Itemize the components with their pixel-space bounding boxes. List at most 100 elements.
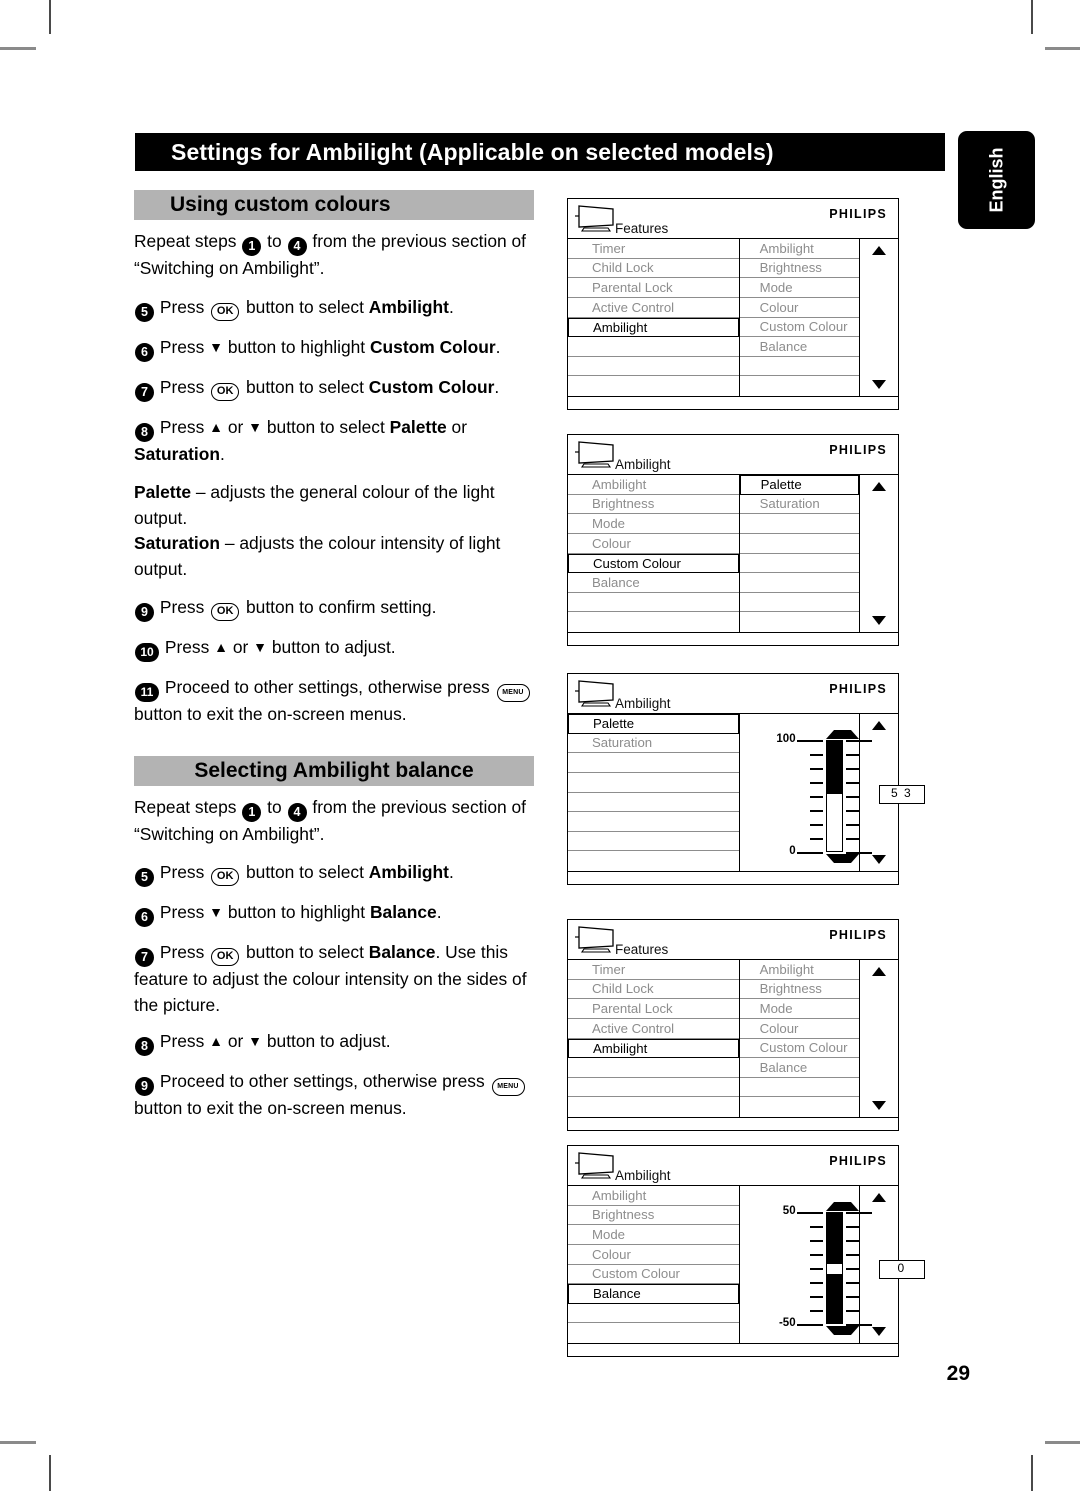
button-to-highlight-label: button to highlight	[227, 336, 366, 357]
menu-item[interactable]: Timer	[568, 960, 739, 980]
menu-item	[739, 1078, 859, 1098]
scroll-up-arrow-icon[interactable]	[872, 482, 886, 491]
arrow-down-icon: ▼	[209, 904, 223, 920]
menu-item[interactable]: Brightness	[568, 1206, 739, 1226]
paragraph-step-5a: 5 Press OK button to select Ambilight.	[134, 295, 534, 322]
menu-item[interactable]: Brightness	[739, 980, 859, 1000]
tv-icon	[575, 441, 614, 468]
menu-item[interactable]: Ambilight	[739, 960, 859, 980]
menu-item	[739, 554, 859, 574]
scroll-up-arrow-icon[interactable]	[872, 1193, 886, 1202]
arrow-up-icon: ▲	[209, 418, 223, 435]
slider-arrow-up-icon[interactable]	[825, 1202, 859, 1211]
crop-mark-bottom-left-vertical	[49, 1455, 51, 1491]
menu-item[interactable]: Balance	[739, 1058, 859, 1078]
menu-item[interactable]: Colour	[739, 298, 859, 318]
osd-body: Ambilight Brightness Mode Colour Custom Colo…	[568, 475, 898, 632]
menu-item[interactable]: Saturation	[739, 495, 859, 515]
paragraph-step-5b: 5 Press OK button to select Ambilight.	[134, 860, 534, 887]
menu-item[interactable]: Timer	[568, 239, 739, 259]
slider-tick	[796, 1212, 823, 1214]
slider-arrow-up-icon[interactable]	[825, 730, 859, 739]
slider-knob[interactable]	[826, 1263, 842, 1275]
menu-item-selected[interactable]: Palette	[568, 714, 739, 734]
menu-item[interactable]: Custom Colour	[739, 1039, 859, 1059]
menu-item[interactable]: Balance	[568, 573, 739, 593]
press-label: Press	[159, 862, 205, 882]
osd-screen-ambilight-palette-slider: PHILIPS Ambilight Palette Saturation 100 …	[567, 673, 925, 885]
or-label: or	[227, 1031, 244, 1051]
menu-item[interactable]: Colour	[568, 1245, 739, 1265]
menu-item[interactable]: Parental Lock	[568, 999, 739, 1019]
scroll-down-arrow-icon[interactable]	[872, 380, 886, 389]
menu-item[interactable]: Child Lock	[568, 980, 739, 1000]
button-to-highlight-label: button to highlight	[227, 902, 366, 922]
menu-item[interactable]: Mode	[568, 514, 739, 534]
slider-arrow-down-icon[interactable]	[825, 854, 859, 863]
slider-arrow-down-icon[interactable]	[825, 1326, 859, 1335]
paragraph-step-9a: 9 Press OK button to confirm setting.	[134, 595, 534, 622]
slider-tick	[796, 740, 823, 742]
menu-item-selected[interactable]: Balance	[568, 1284, 739, 1304]
slider-min-label: 0	[789, 845, 796, 857]
tv-icon	[575, 1152, 614, 1179]
slider-fill	[826, 741, 842, 794]
menu-item-selected[interactable]: Custom Colour	[568, 553, 739, 574]
slider-track[interactable]	[825, 740, 843, 852]
arrow-up-icon: ▲	[209, 1033, 223, 1049]
menu-item[interactable]: Colour	[739, 1019, 859, 1039]
step-badge-4: 4	[287, 237, 307, 256]
menu-item[interactable]: Active Control	[568, 1019, 739, 1039]
language-tab: English	[958, 131, 1035, 229]
osd-scrollbar[interactable]	[860, 239, 898, 396]
menu-item[interactable]: Brightness	[568, 495, 739, 515]
menu-item[interactable]: Parental Lock	[568, 278, 739, 298]
button-to-select-label: button to select	[245, 942, 364, 962]
slider-track[interactable]	[825, 1212, 843, 1324]
menu-item[interactable]: Colour	[568, 534, 739, 554]
osd-footer	[568, 396, 898, 410]
menu-item[interactable]: Child Lock	[568, 259, 739, 279]
menu-item[interactable]: Active Control	[568, 298, 739, 318]
menu-item-selected[interactable]: Palette	[739, 475, 859, 495]
philips-logo: PHILIPS	[829, 928, 887, 942]
menu-item[interactable]: Saturation	[568, 734, 739, 754]
menu-item[interactable]: Mode	[739, 278, 859, 298]
osd-menu-title: Ambilight	[615, 696, 671, 711]
menu-item[interactable]: Ambilight	[568, 1186, 739, 1206]
osd-scrollbar[interactable]	[860, 475, 898, 632]
menu-item	[739, 534, 859, 554]
osd-scrollbar[interactable]	[860, 1186, 898, 1343]
osd-scrollbar[interactable]	[860, 714, 898, 871]
osd-footer	[568, 1117, 898, 1131]
press-label: Press	[159, 336, 205, 357]
menu-item[interactable]: Ambilight	[739, 239, 859, 259]
period: .	[220, 443, 225, 464]
slider-tick	[809, 1310, 823, 1312]
osd-menu-title: Ambilight	[615, 1168, 671, 1183]
menu-item[interactable]: Mode	[568, 1225, 739, 1245]
scroll-up-arrow-icon[interactable]	[872, 246, 886, 255]
scroll-down-arrow-icon[interactable]	[872, 616, 886, 625]
step-badge-9: 9	[135, 603, 154, 622]
slider-tick	[809, 782, 823, 784]
menu-item-selected[interactable]: Ambilight	[568, 1038, 739, 1059]
scroll-down-arrow-icon[interactable]	[872, 1101, 886, 1110]
scroll-down-arrow-icon[interactable]	[872, 1327, 886, 1336]
menu-item[interactable]: Balance	[739, 337, 859, 357]
menu-item[interactable]: Custom Colour	[568, 1265, 739, 1285]
menu-item[interactable]: Ambilight	[568, 475, 739, 495]
osd-scrollbar[interactable]	[860, 960, 898, 1117]
button-to-adjust-label: button to adjust.	[266, 1031, 391, 1051]
menu-item[interactable]: Custom Colour	[739, 318, 859, 338]
menu-item[interactable]: Mode	[739, 999, 859, 1019]
button-to-select-label: button to select	[245, 862, 364, 882]
menu-item[interactable]: Brightness	[739, 259, 859, 279]
scroll-down-arrow-icon[interactable]	[872, 855, 886, 864]
philips-logo: PHILIPS	[829, 682, 887, 696]
scroll-up-arrow-icon[interactable]	[872, 721, 886, 730]
osd-header: PHILIPS Features	[568, 920, 898, 960]
scroll-up-arrow-icon[interactable]	[872, 967, 886, 976]
menu-item	[568, 337, 739, 357]
menu-item-selected[interactable]: Ambilight	[568, 317, 739, 338]
